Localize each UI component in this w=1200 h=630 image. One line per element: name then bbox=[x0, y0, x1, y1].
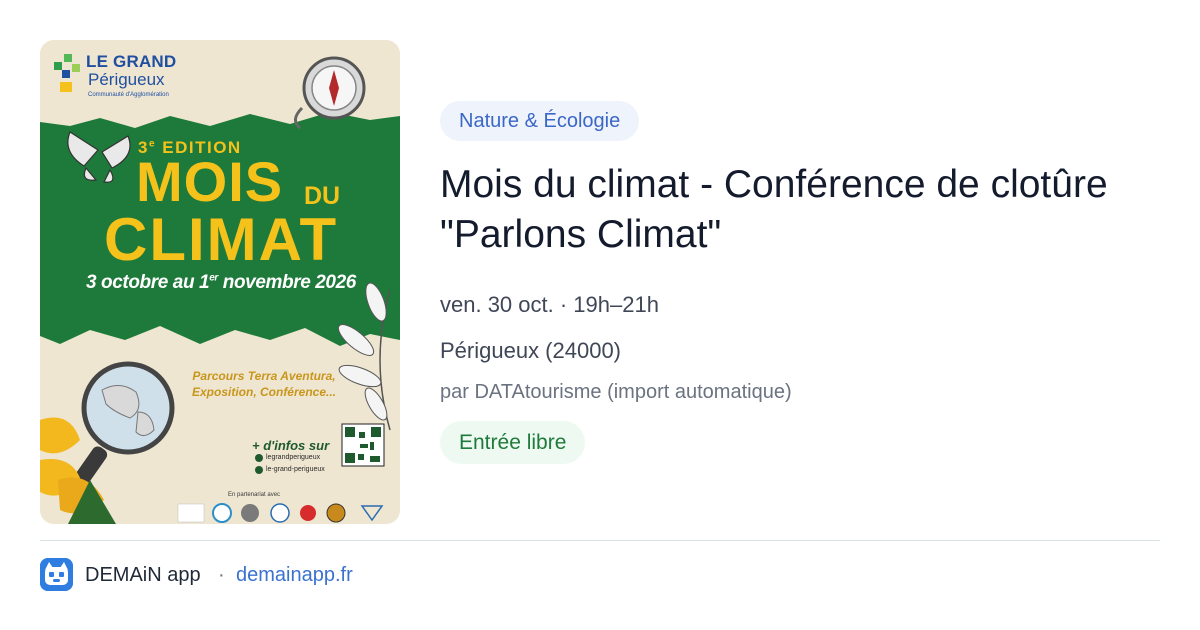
event-datetime: ven. 30 oct. · 19h–21h bbox=[440, 292, 659, 317]
poster-logo-subtitle: Communauté d'Agglomération bbox=[88, 92, 169, 98]
event-title[interactable]: Mois du climat - Conférence de clotûre "… bbox=[440, 160, 1140, 260]
footer-separator: · bbox=[218, 564, 225, 586]
price-badge: Entrée libre bbox=[440, 421, 586, 464]
poster-title-line2: CLIMAT bbox=[104, 206, 339, 273]
poster-instagram-handle: le-grand-perigueux bbox=[266, 466, 325, 473]
poster-more-info: + d'infos sur bbox=[252, 438, 330, 453]
event-share-card: LE GRAND Périgueux Communauté d'Agglomér… bbox=[0, 0, 1200, 630]
poster-facebook-handle: legrandperigueux bbox=[266, 454, 321, 461]
poster-title-line1: MOIS bbox=[136, 150, 284, 213]
event-poster-image[interactable]: LE GRAND Périgueux Communauté d'Agglomér… bbox=[40, 40, 400, 524]
poster-logo-bottom: Périgueux bbox=[88, 70, 165, 89]
poster-partners-label: En partenariat avec bbox=[228, 492, 281, 498]
app-website-link[interactable]: demainapp.fr bbox=[236, 562, 353, 588]
footer-divider bbox=[40, 540, 1160, 541]
event-location: Périgueux (24000) bbox=[440, 338, 622, 363]
poster-activities: Parcours Terra Aventura, Exposition, Con… bbox=[191, 369, 337, 400]
event-source: par DATAtourisme (import automatique) bbox=[440, 381, 792, 403]
demain-app-icon bbox=[40, 558, 73, 591]
category-badge[interactable]: Nature & Écologie bbox=[440, 101, 640, 141]
app-name: DEMAiN app bbox=[85, 564, 201, 586]
poster-dates: 3 octobre au 1er novembre 2026 bbox=[86, 272, 356, 293]
poster-logo-top: LE GRAND bbox=[86, 52, 177, 71]
